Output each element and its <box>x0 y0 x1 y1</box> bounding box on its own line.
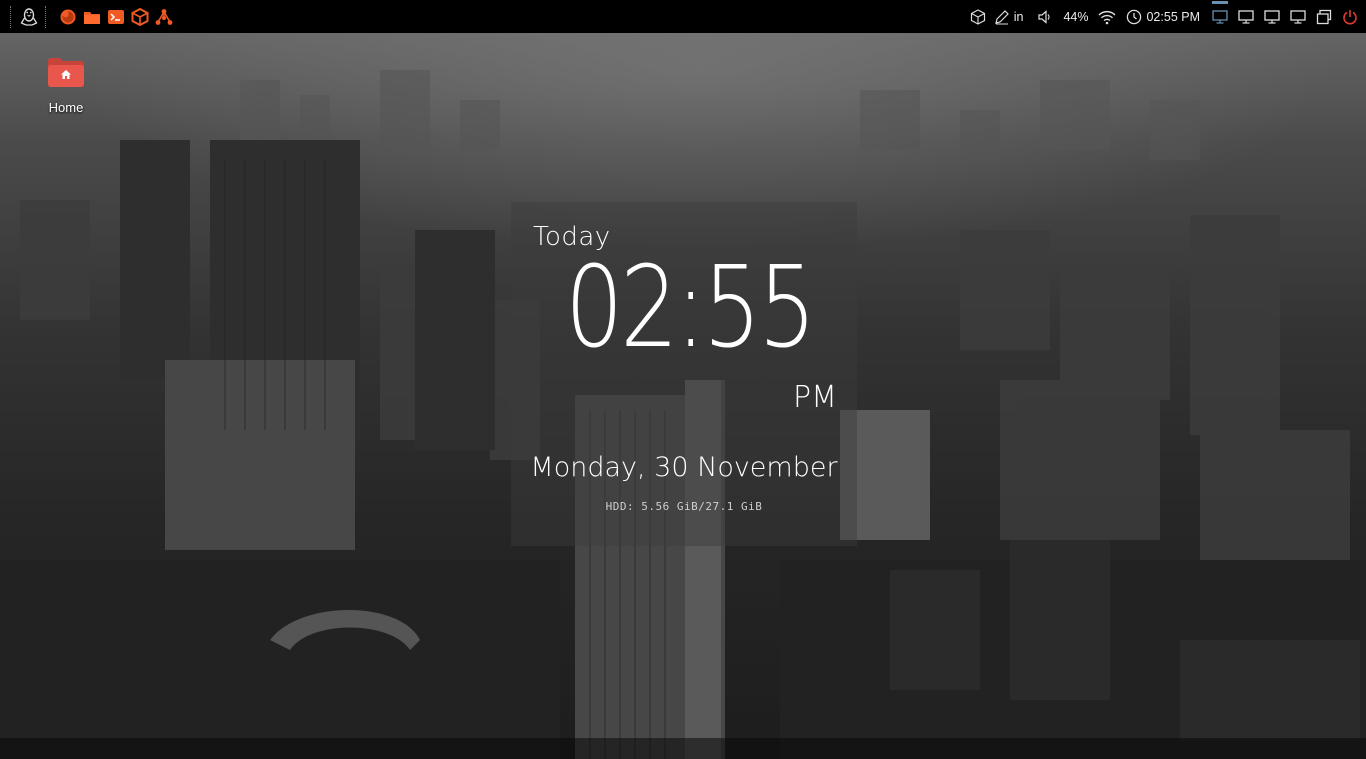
clock-indicator[interactable]: 02:55 PM <box>1126 9 1200 25</box>
volume-icon <box>1038 9 1051 24</box>
disk-usage: HDD: 5.56 GiB/27.1 GiB <box>605 500 763 513</box>
firefox-icon[interactable] <box>56 5 80 29</box>
clock-date: Monday, 30 November <box>530 452 838 483</box>
workspace-switcher <box>1210 0 1360 27</box>
clock-ampm: PM <box>793 380 837 415</box>
keyboard-layout-indicator[interactable]: in <box>994 9 1024 25</box>
volume-indicator[interactable]: 44% <box>1037 9 1088 25</box>
clock-time-text: 02:55 <box>565 243 817 373</box>
box-icon <box>970 8 985 25</box>
wifi-icon <box>1098 10 1116 24</box>
home-folder-icon <box>47 56 85 88</box>
package-updates-indicator[interactable] <box>970 8 986 25</box>
network-share-icon[interactable] <box>152 5 176 29</box>
workspace-4-button[interactable] <box>1288 7 1308 27</box>
keyboard-layout-label: in <box>1013 9 1024 24</box>
monitor-icon <box>1264 9 1280 24</box>
top-panel: in 44% 02:55 PM <box>0 0 1366 33</box>
clock-icon <box>1127 9 1142 24</box>
workspace-3-button[interactable] <box>1262 7 1282 27</box>
desktop-home-icon[interactable]: Home <box>36 56 96 115</box>
launcher-group <box>56 5 176 29</box>
power-button[interactable] <box>1340 7 1360 27</box>
panel-separator <box>10 5 13 28</box>
monitor-icon <box>1238 9 1254 24</box>
power-icon <box>1343 9 1357 24</box>
home-label: Home <box>48 100 84 115</box>
volume-percent: 44% <box>1063 9 1089 24</box>
bottom-edge <box>0 738 1366 759</box>
wifi-indicator[interactable] <box>1098 9 1116 25</box>
conky-clock-widget: Today 02:55 PM Monday, 30 November HDD: … <box>511 202 857 546</box>
folder-icon[interactable] <box>80 5 104 29</box>
windows-icon <box>1316 9 1332 24</box>
panel-separator <box>45 5 48 28</box>
workspace-2-button[interactable] <box>1236 7 1256 27</box>
linux-menu-icon[interactable] <box>17 5 41 29</box>
clock-time: 02:55 <box>565 252 868 364</box>
system-tray: in 44% 02:55 PM <box>962 0 1366 33</box>
monitor-icon <box>1290 9 1306 24</box>
package-icon[interactable] <box>128 5 152 29</box>
panel-left-group <box>0 5 176 29</box>
window-list-button[interactable] <box>1314 7 1334 27</box>
workspace-1-button[interactable] <box>1210 0 1230 27</box>
monitor-icon <box>1212 9 1228 24</box>
pencil-icon <box>994 9 1009 24</box>
panel-clock-text: 02:55 PM <box>1146 9 1200 24</box>
terminal-icon[interactable] <box>104 5 128 29</box>
